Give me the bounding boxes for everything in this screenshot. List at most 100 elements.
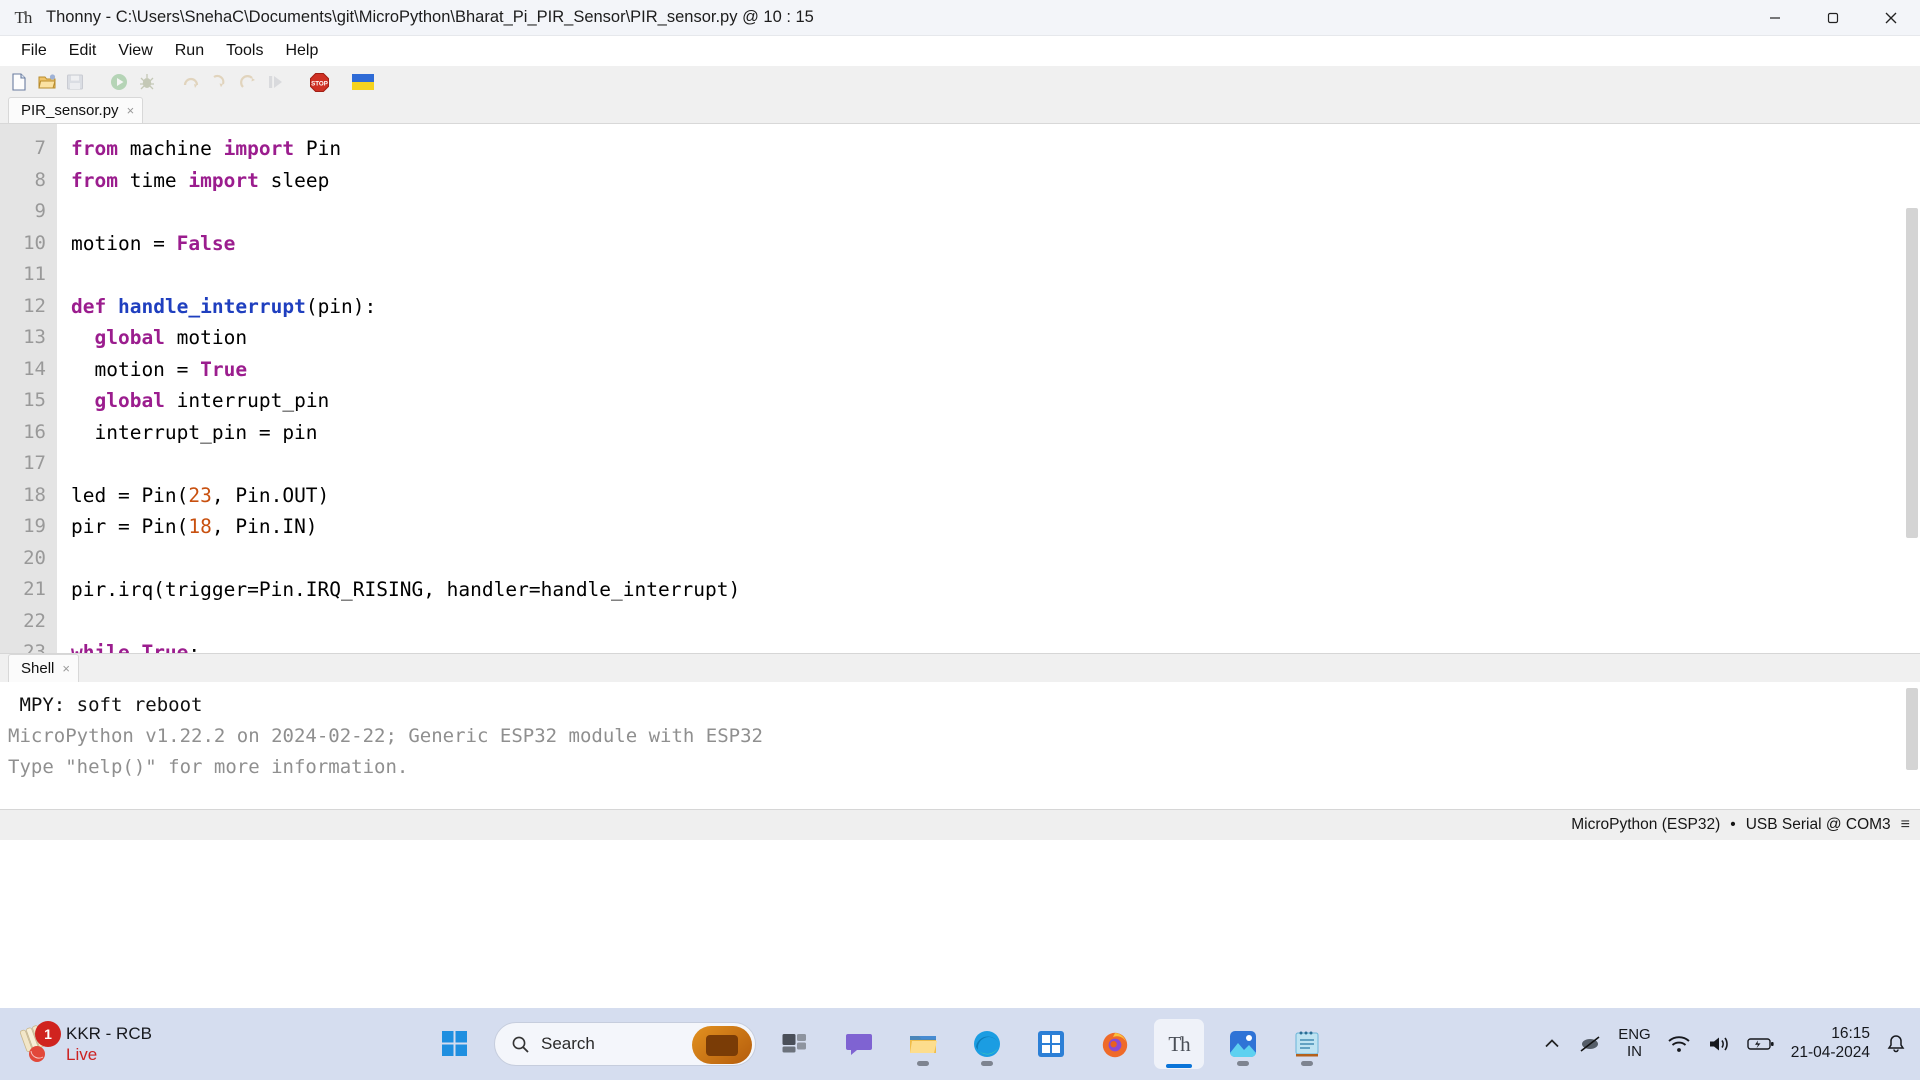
notepad-icon[interactable] <box>1282 1019 1332 1069</box>
code-line[interactable]: interrupt_pin = pin <box>71 417 1920 449</box>
photos-icon[interactable] <box>1218 1019 1268 1069</box>
editor-tab-label: PIR_sensor.py <box>21 102 119 119</box>
thonny-app-icon[interactable]: Th <box>1154 1019 1204 1069</box>
battery-icon[interactable] <box>1747 1035 1775 1053</box>
shell-tab-label: Shell <box>21 660 54 677</box>
run-button[interactable] <box>106 69 132 95</box>
open-file-button[interactable] <box>34 69 60 95</box>
shell-lines: MPY: soft rebootMicroPython v1.22.2 on 2… <box>8 690 1920 783</box>
new-file-button[interactable] <box>6 69 32 95</box>
close-button[interactable] <box>1862 0 1920 36</box>
wifi-icon[interactable] <box>1667 1034 1691 1054</box>
code-line[interactable]: led = Pin(23, Pin.OUT) <box>71 480 1920 512</box>
code-line[interactable]: motion = True <box>71 354 1920 386</box>
file-explorer-icon[interactable] <box>898 1019 948 1069</box>
code-line[interactable] <box>71 543 1920 575</box>
code-line[interactable]: from machine import Pin <box>71 133 1920 165</box>
shell-scrollbar[interactable] <box>1904 682 1920 809</box>
resume-button[interactable] <box>262 69 288 95</box>
maximize-button[interactable] <box>1804 0 1862 36</box>
editor-scrollbar[interactable] <box>1904 124 1920 653</box>
show-hidden-icons-chevron[interactable] <box>1542 1034 1562 1054</box>
ukraine-flag-icon[interactable] <box>350 69 376 95</box>
edge-browser-icon[interactable] <box>962 1019 1012 1069</box>
microphone-muted-icon[interactable] <box>1578 1033 1602 1055</box>
code-token: 23 <box>188 484 211 507</box>
step-out-button[interactable] <box>234 69 260 95</box>
shell-line: Type "help()" for more information. <box>8 752 1920 783</box>
shell-tab[interactable]: Shell × <box>8 654 79 682</box>
shell-output-pane[interactable]: MPY: soft rebootMicroPython v1.22.2 on 2… <box>0 682 1920 810</box>
search-input[interactable]: Search <box>541 1034 595 1054</box>
line-number: 23 <box>0 637 57 654</box>
line-number: 20 <box>0 543 57 575</box>
menu-edit[interactable]: Edit <box>58 40 108 62</box>
notification-bell-icon[interactable] <box>1886 1033 1906 1055</box>
clock-time: 16:15 <box>1791 1025 1870 1044</box>
code-line[interactable]: pir.irq(trigger=Pin.IRQ_RISING, handler=… <box>71 574 1920 606</box>
code-token: interrupt_pin = pin <box>71 421 318 444</box>
code-editor[interactable]: 789101112131415161718192021222324252627 … <box>0 124 1920 654</box>
code-token: from <box>71 169 118 192</box>
windows-start-icon[interactable] <box>430 1019 480 1069</box>
taskview-icon[interactable] <box>770 1019 820 1069</box>
save-file-button[interactable] <box>62 69 88 95</box>
code-token: (pin): <box>306 295 376 318</box>
minimize-button[interactable] <box>1746 0 1804 36</box>
code-line[interactable]: def handle_interrupt(pin): <box>71 291 1920 323</box>
debug-button[interactable] <box>134 69 160 95</box>
chat-teams-icon[interactable] <box>834 1019 884 1069</box>
code-line[interactable]: from time import sleep <box>71 165 1920 197</box>
status-connection[interactable]: USB Serial @ COM3 <box>1746 816 1891 834</box>
line-number: 9 <box>0 196 57 228</box>
code-token: global <box>94 326 164 349</box>
editor-tab-pir-sensor[interactable]: PIR_sensor.py × <box>8 97 143 123</box>
running-indicator <box>1237 1061 1249 1066</box>
firefox-browser-icon[interactable] <box>1090 1019 1140 1069</box>
toolbar: STOP <box>0 66 1920 98</box>
code-token: machine <box>118 137 224 160</box>
search-icon <box>511 1035 530 1054</box>
menu-view[interactable]: View <box>107 40 163 62</box>
clock[interactable]: 16:15 21-04-2024 <box>1791 1025 1870 1062</box>
microsoft-store-icon[interactable] <box>1026 1019 1076 1069</box>
volume-icon[interactable] <box>1707 1034 1731 1054</box>
editor-tab-close-icon[interactable]: × <box>127 103 135 118</box>
editor-tab-strip: PIR_sensor.py × <box>0 98 1920 124</box>
code-line[interactable] <box>71 259 1920 291</box>
code-line[interactable]: motion = False <box>71 228 1920 260</box>
code-line[interactable] <box>71 448 1920 480</box>
taskbar-news-widget[interactable]: 1 KKR - RCB Live <box>0 1023 430 1066</box>
code-token: interrupt_pin <box>165 389 329 412</box>
menu-help[interactable]: Help <box>274 40 329 62</box>
line-number: 12 <box>0 291 57 323</box>
code-line[interactable] <box>71 196 1920 228</box>
code-line[interactable]: while True: <box>71 637 1920 653</box>
code-token: motion <box>165 326 247 349</box>
step-into-button[interactable] <box>206 69 232 95</box>
editor-scrollbar-thumb[interactable] <box>1906 208 1918 538</box>
menu-run[interactable]: Run <box>164 40 215 62</box>
language-indicator[interactable]: ENG IN <box>1618 1027 1651 1061</box>
code-token: import <box>224 137 294 160</box>
menu-tools[interactable]: Tools <box>215 40 274 62</box>
code-line[interactable]: global motion <box>71 322 1920 354</box>
title-bar: Th Thonny - C:\Users\SnehaC\Documents\gi… <box>0 0 1920 36</box>
code-token: while <box>71 641 130 653</box>
code-token: True <box>200 358 247 381</box>
status-menu-icon[interactable]: ≡ <box>1901 816 1910 834</box>
stop-button[interactable]: STOP <box>306 69 332 95</box>
menu-file[interactable]: File <box>10 40 58 62</box>
status-interpreter[interactable]: MicroPython (ESP32) <box>1571 816 1720 834</box>
shell-scrollbar-thumb[interactable] <box>1906 688 1918 770</box>
shell-tab-close-icon[interactable]: × <box>62 661 70 676</box>
code-token: def <box>71 295 106 318</box>
code-line[interactable]: pir = Pin(18, Pin.IN) <box>71 511 1920 543</box>
code-text-area[interactable]: from machine import Pinfrom time import … <box>57 124 1920 653</box>
code-line[interactable]: global interrupt_pin <box>71 385 1920 417</box>
search-highlight-thumbnail[interactable] <box>692 1026 752 1064</box>
step-over-button[interactable] <box>178 69 204 95</box>
code-line[interactable] <box>71 606 1920 638</box>
taskbar-search-box[interactable]: Search <box>494 1022 756 1066</box>
toolbar-separator-4 <box>334 69 348 95</box>
